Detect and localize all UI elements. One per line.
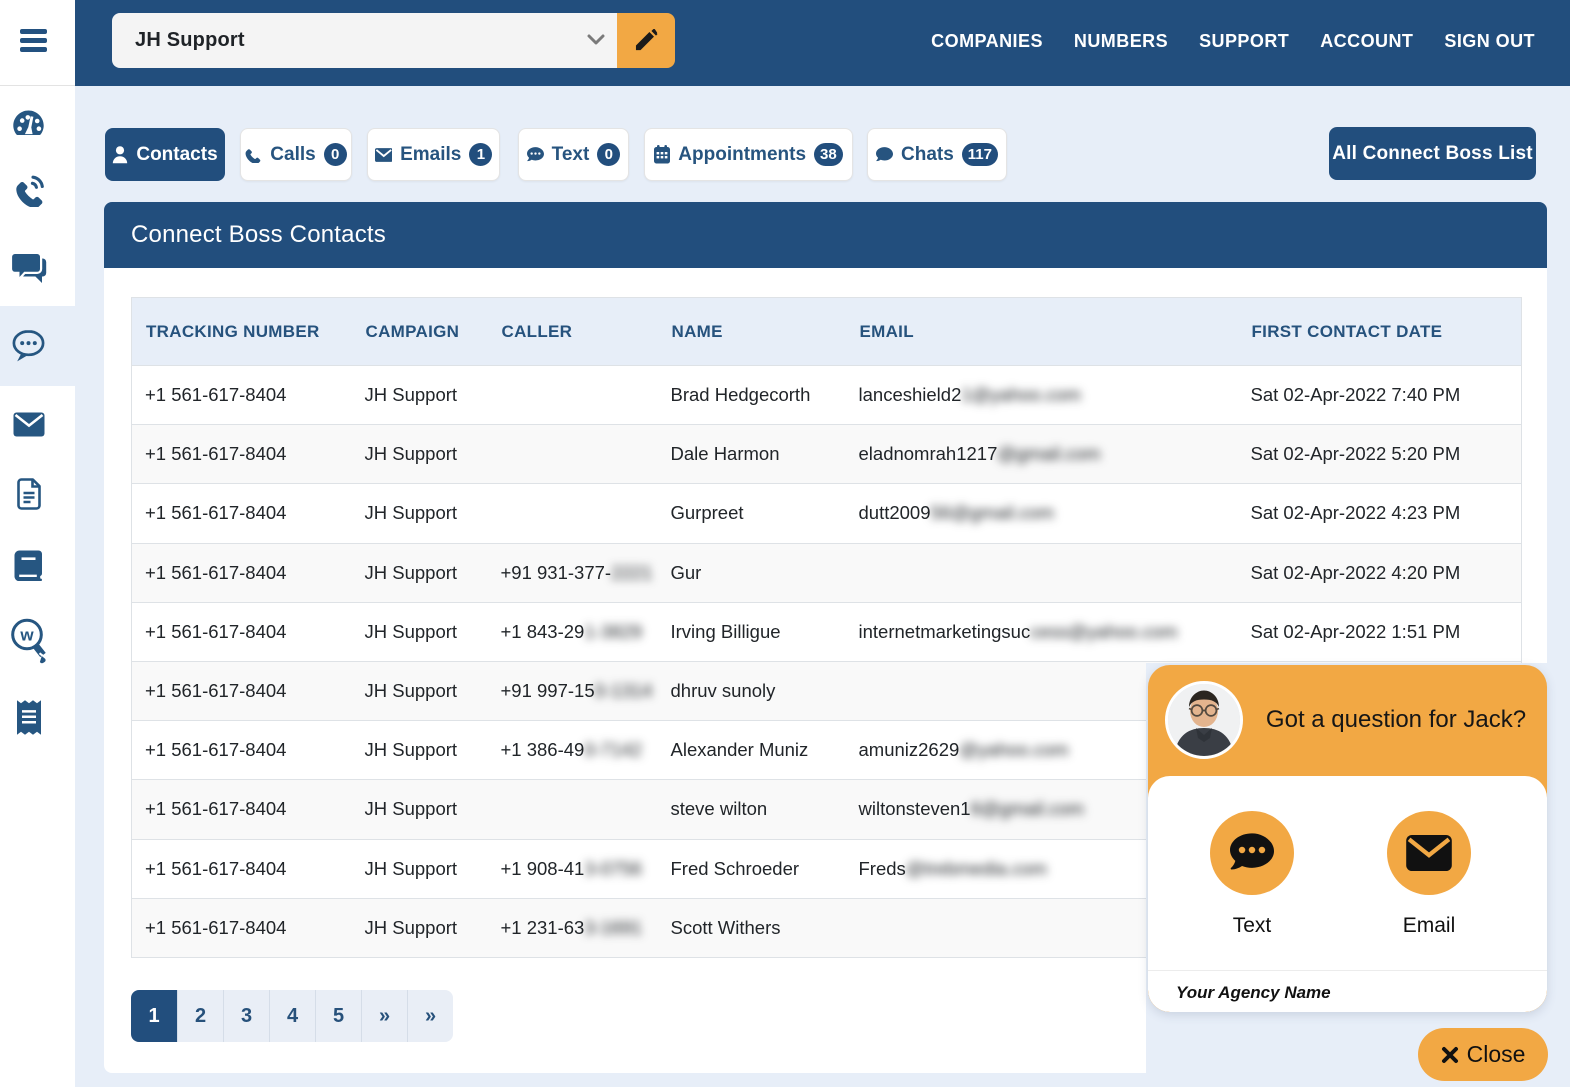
svg-text:w: w xyxy=(19,626,34,645)
